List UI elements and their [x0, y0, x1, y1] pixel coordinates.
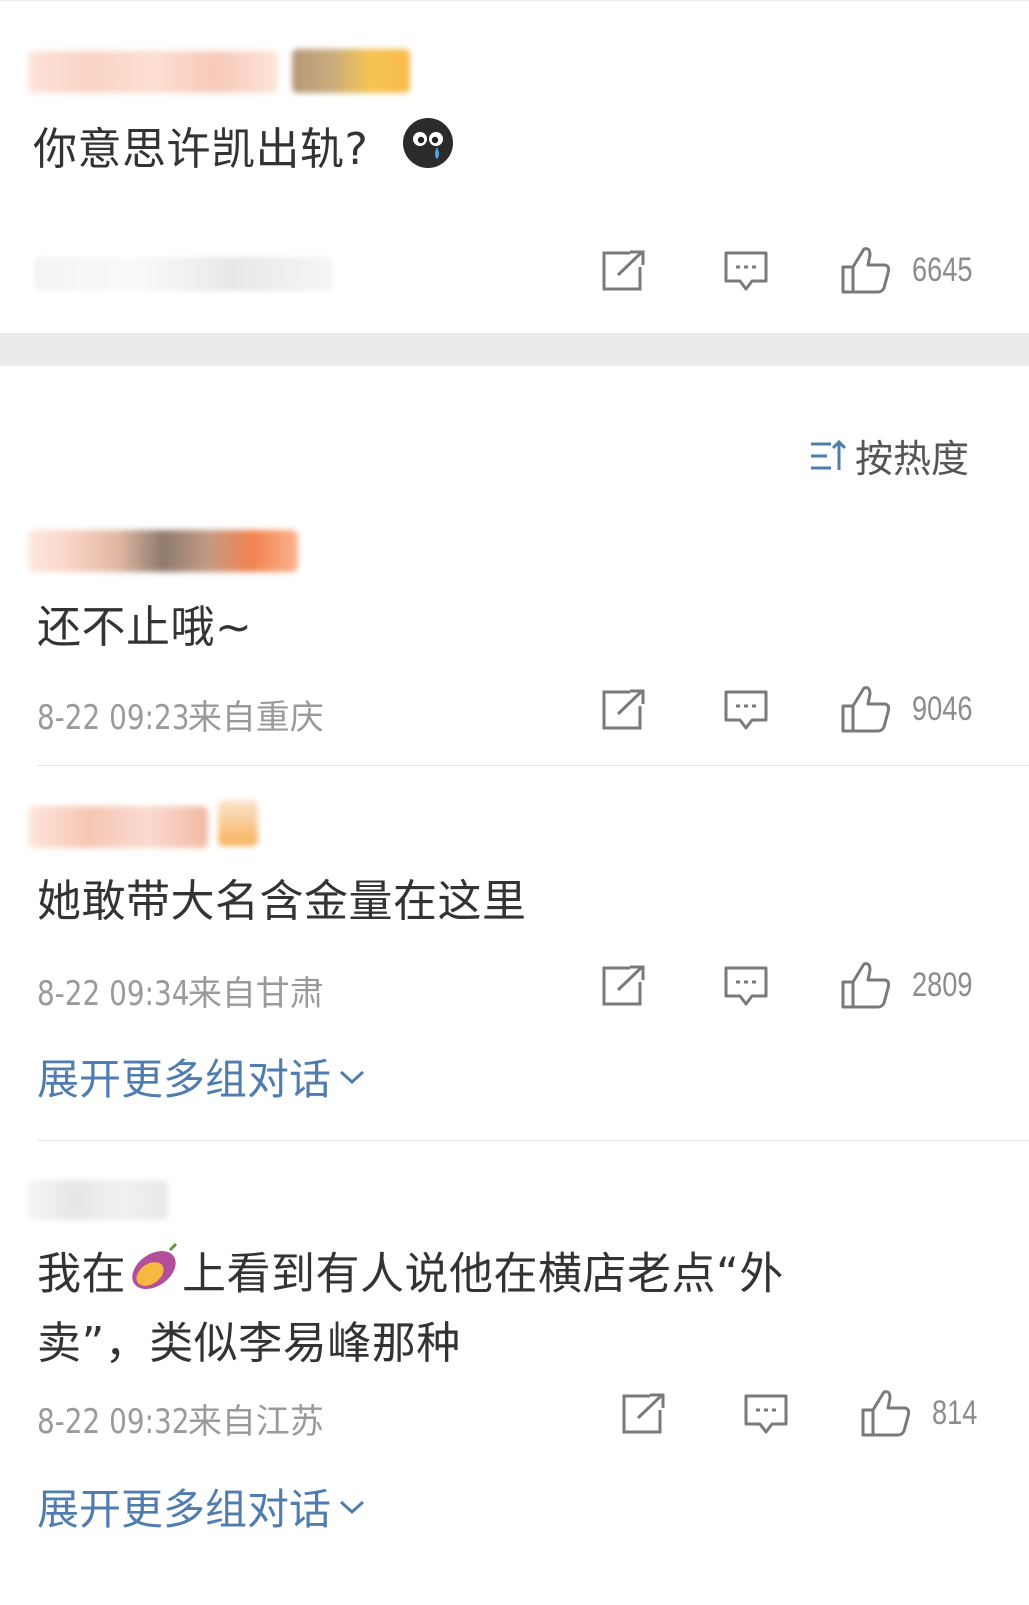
like-count: 6645: [912, 250, 973, 289]
comment-text: 我在 上看到有人说他在横店老点“外 卖”，类似李易峰那种: [37, 1240, 784, 1375]
comment-icon: [744, 1394, 788, 1434]
comment-text: 她敢带大名含金量在这里: [37, 876, 527, 927]
share-button[interactable]: [600, 249, 648, 293]
comment-icon: [724, 251, 768, 291]
comment-meta: 8-22 09:23 来自重庆: [37, 690, 324, 739]
thumbs-up-icon: [841, 962, 891, 1009]
like-button[interactable]: 6645: [840, 245, 988, 295]
expand-label: 展开更多组对话: [37, 1485, 332, 1534]
username-blurred[interactable]: [28, 530, 298, 572]
chevron-down-icon: [340, 1070, 365, 1084]
username-blurred[interactable]: [28, 1180, 168, 1220]
share-icon: [602, 965, 645, 1006]
sweet-potato-emoji-icon: [126, 1240, 182, 1313]
user-badge-blurred: [218, 800, 258, 846]
like-count: 814: [932, 1393, 978, 1432]
post-text-content: 你意思许凯出轨?: [33, 124, 369, 175]
comment-icon: [724, 966, 768, 1006]
like-button[interactable]: 814: [860, 1388, 989, 1438]
comment-text-line2: 卖”，类似李易峰那种: [37, 1318, 461, 1369]
expand-more-conversations-link[interactable]: 展开更多组对话: [37, 1046, 367, 1107]
comment-divider: [37, 1140, 1029, 1141]
expand-more-conversations-link[interactable]: 展开更多组对话: [37, 1476, 367, 1537]
share-button[interactable]: [620, 1392, 668, 1436]
comment-button[interactable]: [722, 688, 770, 734]
section-separator: [0, 333, 1029, 366]
thumbs-up-icon: [861, 1390, 911, 1437]
comment-button[interactable]: [722, 964, 770, 1010]
username-blurred[interactable]: [28, 51, 278, 93]
chevron-down-icon: [340, 1500, 365, 1514]
comment-text: 还不止哦~: [37, 602, 253, 653]
comment-time: 8-22 09:32: [37, 1402, 190, 1442]
like-button[interactable]: 9046: [840, 684, 988, 734]
comment-meta: 8-22 09:32 来自江苏: [37, 1394, 324, 1443]
like-count: 9046: [912, 689, 973, 728]
comment-time: 8-22 09:23: [37, 698, 190, 738]
post-meta-blurred: [34, 257, 334, 291]
cry-emoji-icon: [401, 116, 455, 188]
share-icon: [602, 250, 645, 291]
top-post-card: 你意思许凯出轨? 6645: [0, 0, 1029, 333]
user-badge-blurred: [292, 49, 410, 93]
thumbs-up-icon: [841, 247, 891, 294]
comment-time: 8-22 09:34: [37, 974, 190, 1014]
post-text: 你意思许凯出轨?: [33, 116, 455, 188]
comment-divider: [37, 765, 1029, 766]
share-button[interactable]: [600, 688, 648, 732]
like-count: 2809: [912, 965, 973, 1004]
comment-text-part: 我在: [37, 1248, 126, 1300]
comment-text-part: 上看到有人说他在横店老点“外: [182, 1248, 784, 1300]
thumbs-up-icon: [841, 686, 891, 733]
comment-location: 来自甘肃: [187, 974, 324, 1014]
sort-icon: [810, 439, 847, 470]
comment-button[interactable]: [742, 1392, 790, 1438]
comment-location: 来自江苏: [187, 1402, 324, 1442]
expand-label: 展开更多组对话: [37, 1055, 332, 1104]
share-icon: [622, 1393, 665, 1434]
sort-label: 按热度: [854, 437, 969, 481]
comment-button[interactable]: [722, 249, 770, 295]
username-blurred[interactable]: [28, 806, 208, 848]
share-button[interactable]: [600, 964, 648, 1008]
sort-by-heat-button[interactable]: 按热度: [809, 428, 969, 483]
like-button[interactable]: 2809: [840, 960, 988, 1010]
comment-meta: 8-22 09:34 来自甘肃: [37, 966, 324, 1015]
comment-location: 来自重庆: [187, 698, 324, 738]
comment-icon: [724, 690, 768, 730]
share-icon: [602, 689, 645, 730]
